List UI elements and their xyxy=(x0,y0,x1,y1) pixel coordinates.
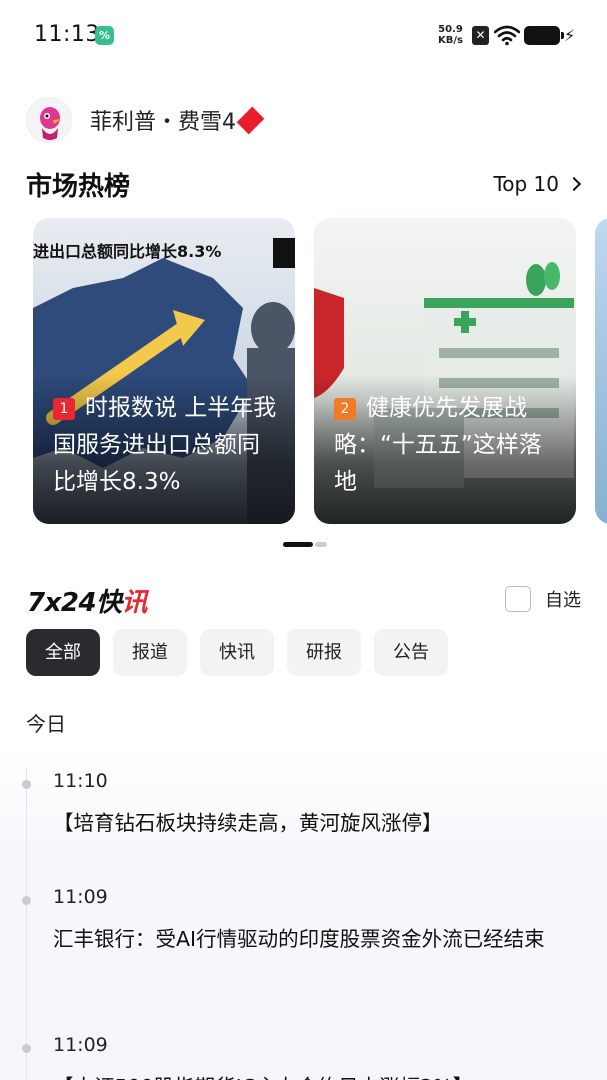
flash-logo: 7x24快讯 xyxy=(27,582,148,619)
self-select-toggle[interactable]: 自选 xyxy=(505,586,581,612)
news-text[interactable]: 汇丰银行：受AI行情驱动的印度股票资金外流已经结束 xyxy=(53,922,581,956)
flash-tabs: 全部 报道 快讯 研报 公告 xyxy=(26,629,461,676)
battery-icon xyxy=(524,26,564,45)
avatar[interactable] xyxy=(26,97,72,143)
wifi-icon xyxy=(494,25,520,46)
rank-badge-1: 1 xyxy=(53,398,75,420)
hot-card-1[interactable]: 进出口总额同比增长8.3% 1 时报数说 上半年我国服务进出口总额同比增长8.3% xyxy=(33,218,295,524)
card-1-overlay-text: 进出口总额同比增长8.3% xyxy=(33,242,222,261)
card-1-caption-text[interactable]: 时报数说 上半年我国服务进出口总额同比增长8.3% xyxy=(53,395,276,495)
timeline-line xyxy=(26,768,27,1080)
market-hot-title: 市场热榜 xyxy=(26,172,131,202)
pager-dot xyxy=(315,542,327,547)
news-time: 11:09 xyxy=(53,886,108,908)
charging-icon: ⚡ xyxy=(564,26,576,45)
news-time: 11:09 xyxy=(53,1034,108,1056)
self-select-label[interactable]: 自选 xyxy=(545,586,581,612)
news-time: 11:10 xyxy=(53,770,108,792)
tab-flash[interactable]: 快讯 xyxy=(200,629,274,676)
hot-card-3-partial[interactable] xyxy=(595,218,607,524)
timeline-dot xyxy=(22,780,31,789)
network-speed-unit: KB/s xyxy=(438,35,463,46)
top10-link[interactable]: Top 10 xyxy=(493,172,582,196)
hot-list-carousel[interactable]: 进出口总额同比增长8.3% 1 时报数说 上半年我国服务进出口总额同比增长8.3%… xyxy=(0,218,607,524)
tab-report[interactable]: 报道 xyxy=(113,629,187,676)
tab-announcement[interactable]: 公告 xyxy=(374,629,448,676)
tab-research[interactable]: 研报 xyxy=(287,629,361,676)
card-1-caption[interactable]: 1 时报数说 上半年我国服务进出口总额同比增长8.3% xyxy=(53,390,279,501)
card-2-caption-text[interactable]: 健康优先发展战略：“十五五”这样落地 xyxy=(334,395,542,495)
diamond-icon xyxy=(236,106,265,134)
no-sim-icon: ✕ xyxy=(472,26,489,45)
network-speed-value: 50.9 xyxy=(438,24,463,35)
status-bar: 11:13 % 50.9 KB/s ✕ ⚡ xyxy=(0,0,607,70)
timeline-dot xyxy=(22,896,31,905)
day-label: 今日 xyxy=(26,712,66,736)
avatar-figure-icon xyxy=(40,107,61,140)
carousel-pager xyxy=(283,542,327,547)
chevron-right-icon[interactable] xyxy=(566,176,582,192)
pager-dot-active xyxy=(283,542,313,547)
self-select-checkbox[interactable] xyxy=(505,586,531,612)
news-text[interactable]: 【培育钻石板块持续走高，黄河旋风涨停】 xyxy=(53,806,581,840)
news-text[interactable]: 【中证500股指期货IC主力合约日内涨幅2%】 xyxy=(53,1070,581,1080)
news-timeline: 11:10 【培育钻石板块持续走高，黄河旋风涨停】 11:09 汇丰银行：受AI… xyxy=(0,748,607,1080)
tab-all[interactable]: 全部 xyxy=(26,629,100,676)
top10-label[interactable]: Top 10 xyxy=(493,172,559,196)
hot-card-2[interactable]: 2 健康优先发展战略：“十五五”这样落地 xyxy=(314,218,576,524)
app-notification-icon: % xyxy=(95,26,114,45)
network-speed: 50.9 KB/s xyxy=(438,24,463,46)
flash-logo-accent: 讯 xyxy=(121,588,148,618)
user-profile-row[interactable]: 菲利普・费雪4 xyxy=(26,96,265,144)
rank-badge-2: 2 xyxy=(334,398,356,420)
status-time: 11:13 xyxy=(34,22,100,47)
flash-logo-main: 7x24快 xyxy=(27,588,122,618)
user-name[interactable]: 菲利普・费雪4 xyxy=(90,104,236,136)
card-2-caption[interactable]: 2 健康优先发展战略：“十五五”这样落地 xyxy=(334,390,560,501)
timeline-dot xyxy=(22,1044,31,1053)
